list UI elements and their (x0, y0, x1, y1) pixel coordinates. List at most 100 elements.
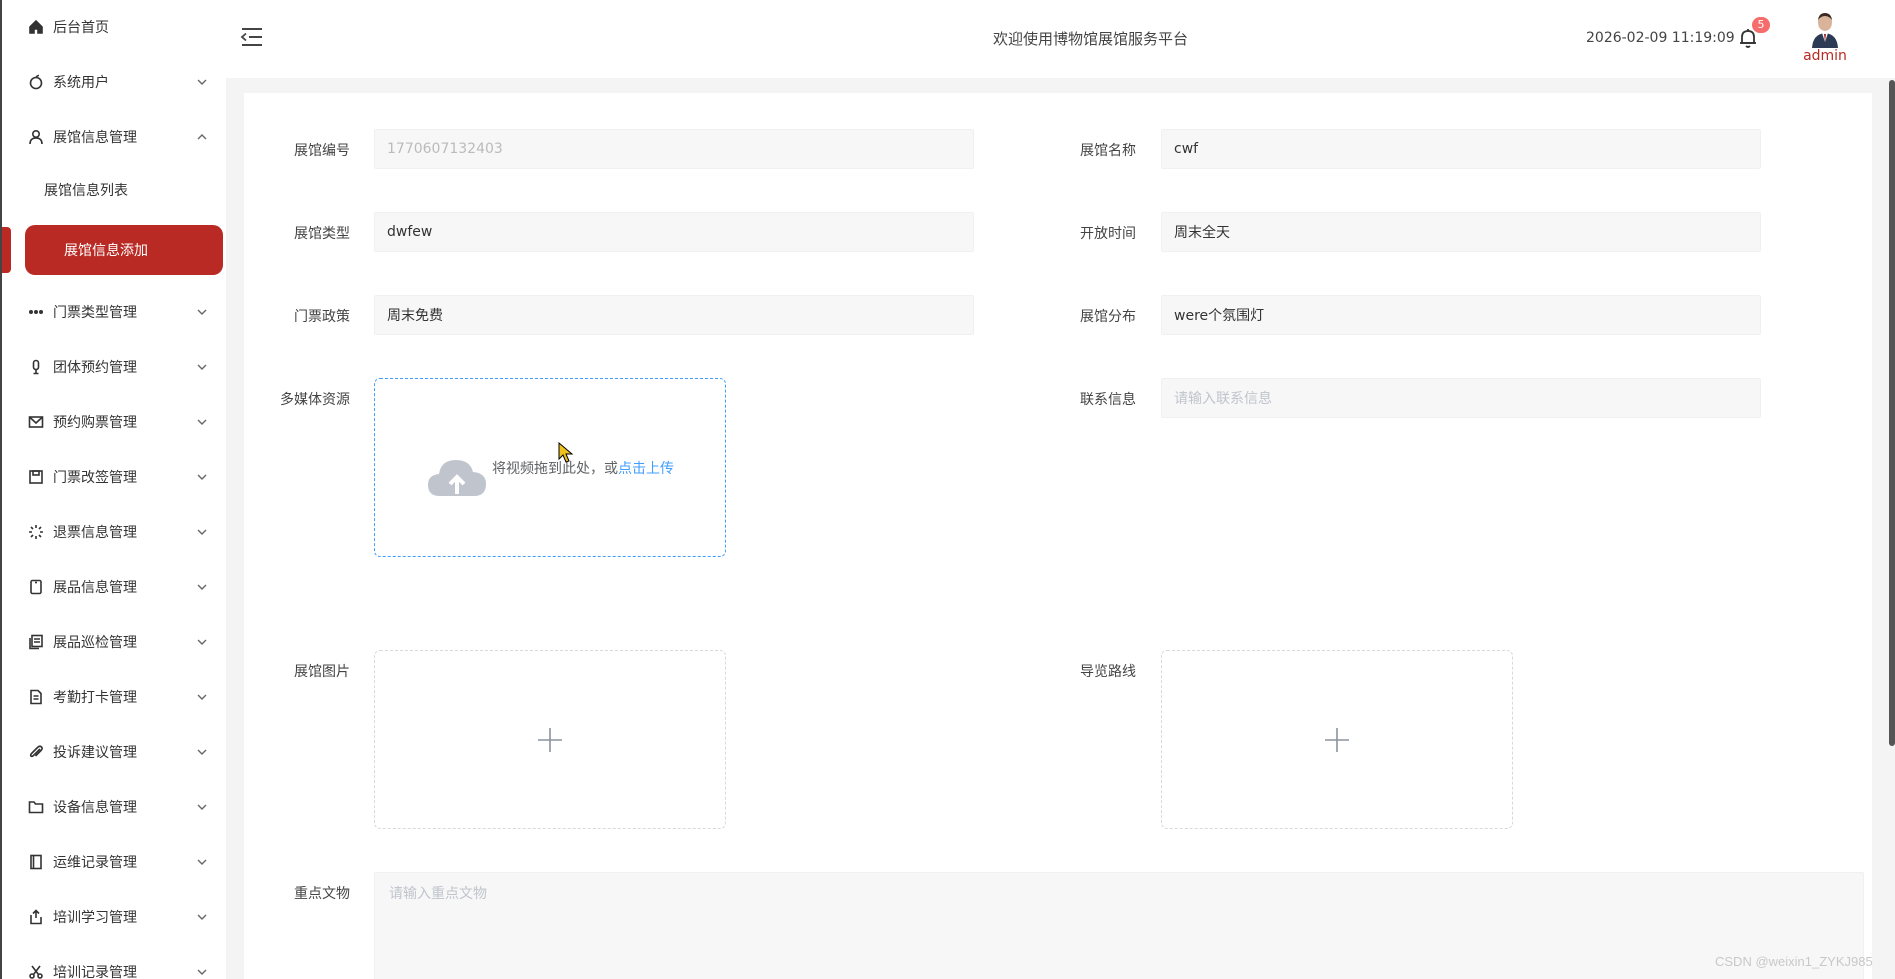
chevron-down-icon (196, 306, 208, 318)
sidebar-item-ticket-types[interactable]: 门票类型管理 (2, 290, 226, 334)
sidebar-item-label: 考勤打卡管理 (53, 690, 137, 706)
hall-type-label: 展馆类型 (294, 226, 350, 242)
hall-image-label: 展馆图片 (294, 664, 350, 680)
sidebar-item-label: 门票改签管理 (53, 470, 137, 486)
copy-icon (27, 633, 45, 651)
open-time-field[interactable]: 周末全天 (1161, 212, 1761, 252)
hall-name-label: 展馆名称 (1080, 143, 1136, 159)
chevron-down-icon (196, 581, 208, 593)
top-header: 欢迎使用博物馆展馆服务平台 2026-02-09 11:19:09 5 admi… (226, 0, 1895, 78)
hall-no-field[interactable]: 1770607132403 (374, 129, 974, 169)
sidebar-item-label: 展品信息管理 (53, 580, 137, 596)
mic-icon (27, 358, 45, 376)
sidebar-item-training-records[interactable]: 培训记录管理 (2, 950, 226, 979)
home-icon (27, 18, 45, 36)
paperclip-icon (27, 743, 45, 761)
save-icon (27, 468, 45, 486)
sidebar-item-label: 培训记录管理 (53, 965, 137, 979)
username[interactable]: admin (1792, 48, 1858, 64)
distribution-label: 展馆分布 (1080, 309, 1136, 325)
sidebar-item-training[interactable]: 培训学习管理 (2, 895, 226, 939)
sidebar-item-home[interactable]: 后台首页 (2, 5, 226, 49)
upload-hint: 将视频拖到此处，或 (492, 460, 618, 477)
chevron-down-icon (196, 471, 208, 483)
plus-icon (538, 727, 562, 752)
mail-icon (27, 413, 45, 431)
contact-label: 联系信息 (1080, 392, 1136, 408)
vertical-scrollbar[interactable] (1889, 80, 1895, 746)
sidebar-item-inspection[interactable]: 展品巡检管理 (2, 620, 226, 664)
chevron-down-icon (196, 746, 208, 758)
chevron-down-icon (196, 526, 208, 538)
datetime-display: 2026-02-09 11:19:09 (1586, 30, 1735, 46)
sidebar-item-label: 门票类型管理 (53, 305, 137, 321)
sidebar-item-group-booking[interactable]: 团体预约管理 (2, 345, 226, 389)
chevron-down-icon (196, 416, 208, 428)
cut-icon (27, 963, 45, 979)
sidebar-item-label: 设备信息管理 (53, 800, 137, 816)
share-icon (27, 908, 45, 926)
chevron-down-icon (196, 361, 208, 373)
chevron-down-icon (196, 966, 208, 978)
hall-name-field[interactable]: cwf (1161, 129, 1761, 169)
more-icon (27, 303, 45, 321)
sidebar-item-label: 系统用户 (53, 75, 109, 91)
sidebar-item-complaints[interactable]: 投诉建议管理 (2, 730, 226, 774)
sidebar-item-label: 后台首页 (53, 20, 109, 36)
guide-route-label: 导览路线 (1080, 664, 1136, 680)
sidebar-item-label: 展品巡检管理 (53, 635, 137, 651)
contact-field[interactable]: 请输入联系信息 (1161, 378, 1761, 418)
chevron-down-icon (196, 76, 208, 88)
hall-image-uploader[interactable] (374, 650, 726, 829)
sidebar-item-hall-info[interactable]: 展馆信息管理 (2, 115, 226, 159)
avatar[interactable] (1810, 12, 1840, 48)
chevron-down-icon (196, 691, 208, 703)
sidebar-item-label: 团体预约管理 (53, 360, 137, 376)
sidebar-item-system-users[interactable]: 系统用户 (2, 60, 226, 104)
cloud-upload-icon (426, 452, 488, 500)
key-relics-textarea[interactable]: 请输入重点文物 (374, 872, 1864, 979)
loading-icon (27, 523, 45, 541)
chevron-down-icon (196, 856, 208, 868)
sidebar-item-label: 退票信息管理 (53, 525, 137, 541)
chevron-up-icon (196, 131, 208, 143)
sidebar-subitem-hall-list[interactable]: 展馆信息列表 (2, 168, 226, 212)
sidebar-item-ticket-booking[interactable]: 预约购票管理 (2, 400, 226, 444)
sidebar-item-exhibits[interactable]: 展品信息管理 (2, 565, 226, 609)
chevron-down-icon (196, 801, 208, 813)
sidebar-subitem-hall-add[interactable]: 展馆信息添加 (25, 225, 223, 275)
chevron-down-icon (196, 911, 208, 923)
chevron-down-icon (196, 636, 208, 648)
distribution-field[interactable]: were个氛围灯 (1161, 295, 1761, 335)
plus-icon (1325, 727, 1349, 752)
hall-no-label: 展馆编号 (294, 143, 350, 159)
sidebar-item-maintenance[interactable]: 运维记录管理 (2, 840, 226, 884)
sidebar-item-refund[interactable]: 退票信息管理 (2, 510, 226, 554)
sidebar-item-label: 投诉建议管理 (53, 745, 137, 761)
sidebar-item-label: 展馆信息管理 (53, 130, 137, 146)
mouse-cursor (558, 441, 574, 464)
ticket-policy-field[interactable]: 周末免费 (374, 295, 974, 335)
document-icon (27, 688, 45, 706)
video-upload-dropzone[interactable]: 将视频拖到此处，或点击上传 (374, 378, 726, 557)
ticket-policy-label: 门票政策 (294, 309, 350, 325)
apple-icon (27, 73, 45, 91)
guide-route-uploader[interactable] (1161, 650, 1513, 829)
sidebar-item-label: 运维记录管理 (53, 855, 137, 871)
sidebar-item-label: 预约购票管理 (53, 415, 137, 431)
notification-badge: 5 (1752, 17, 1770, 33)
sidebar-item-devices[interactable]: 设备信息管理 (2, 785, 226, 829)
folder-icon (27, 798, 45, 816)
sidebar: 后台首页 系统用户 展馆信息管理 展馆信息列表 展馆信息添加 门票类型管理 团体… (0, 0, 226, 979)
sidebar-item-ticket-change[interactable]: 门票改签管理 (2, 455, 226, 499)
form-card: 展馆编号 1770607132403 展馆名称 cwf 展馆类型 dwfew 开… (244, 93, 1872, 979)
user-icon (27, 128, 45, 146)
sidebar-item-attendance[interactable]: 考勤打卡管理 (2, 675, 226, 719)
click-upload-link[interactable]: 点击上传 (618, 461, 674, 477)
key-relics-label: 重点文物 (294, 886, 350, 902)
phone-icon (27, 578, 45, 596)
hall-type-field[interactable]: dwfew (374, 212, 974, 252)
sidebar-item-label: 培训学习管理 (53, 910, 137, 926)
active-indicator (2, 227, 11, 273)
media-label: 多媒体资源 (280, 392, 350, 408)
